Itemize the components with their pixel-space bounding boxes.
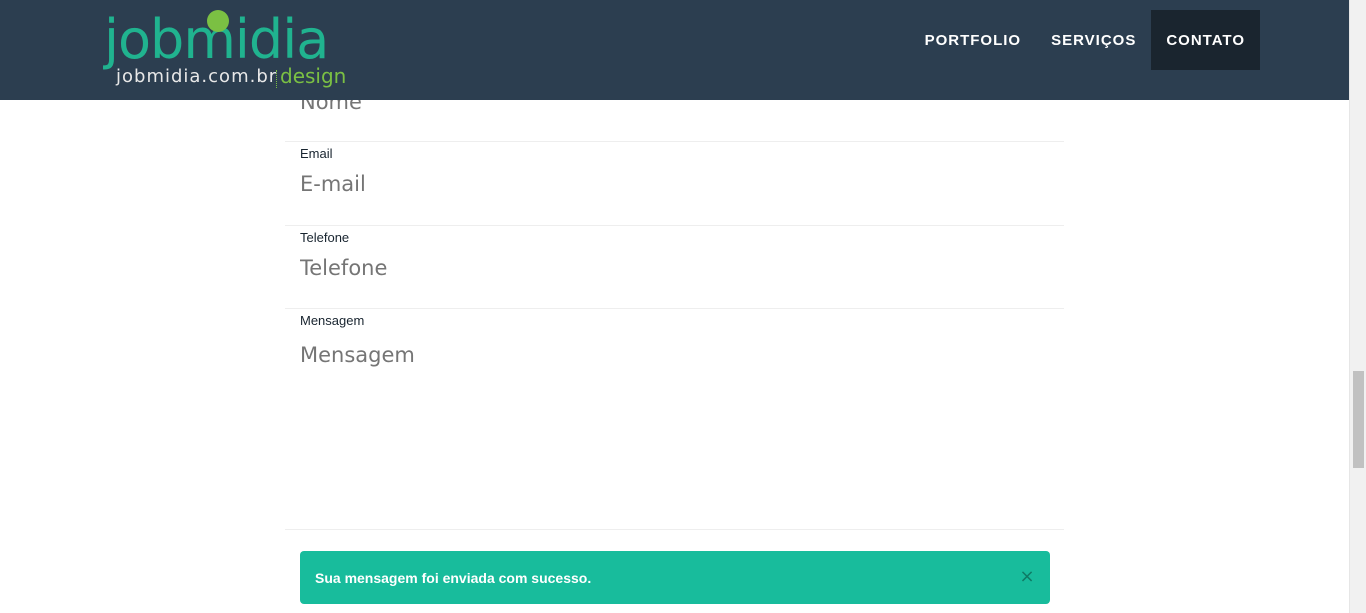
- success-alert: Sua mensagem foi enviada com sucesso. ×: [300, 551, 1050, 604]
- logo-separator: [276, 70, 277, 88]
- message-textarea[interactable]: [300, 343, 1049, 513]
- scrollbar-thumb[interactable]: [1353, 371, 1364, 468]
- nav-item-contato[interactable]: CONTATO: [1151, 10, 1260, 70]
- phone-label: Telefone: [300, 230, 350, 245]
- logo-dot-icon: [207, 10, 229, 32]
- email-input[interactable]: [300, 172, 1049, 196]
- nav-item-servicos[interactable]: SERVIÇOS: [1036, 10, 1151, 70]
- logo-domain: jobmidia.com.br: [116, 66, 278, 87]
- close-icon[interactable]: ×: [1019, 567, 1035, 587]
- phone-input[interactable]: [300, 256, 1049, 280]
- message-field-group: Mensagem: [285, 309, 1064, 530]
- alert-message: Sua mensagem foi enviada com sucesso.: [315, 569, 592, 586]
- brand-logo[interactable]: jobmidia jobmidia.com.br design: [104, 8, 347, 94]
- page-scrollbar[interactable]: [1349, 0, 1366, 613]
- message-label: Mensagem: [300, 313, 365, 328]
- phone-field-group: Telefone: [285, 226, 1064, 309]
- email-label: Email: [300, 146, 333, 161]
- email-field-group: Email: [285, 142, 1064, 226]
- navbar: jobmidia jobmidia.com.br design PORTFOLI…: [0, 0, 1349, 100]
- nav-item-portfolio[interactable]: PORTFOLIO: [910, 10, 1037, 70]
- main-nav: PORTFOLIO SERVIÇOS CONTATO: [910, 10, 1260, 70]
- logo-tagline: design: [280, 64, 347, 88]
